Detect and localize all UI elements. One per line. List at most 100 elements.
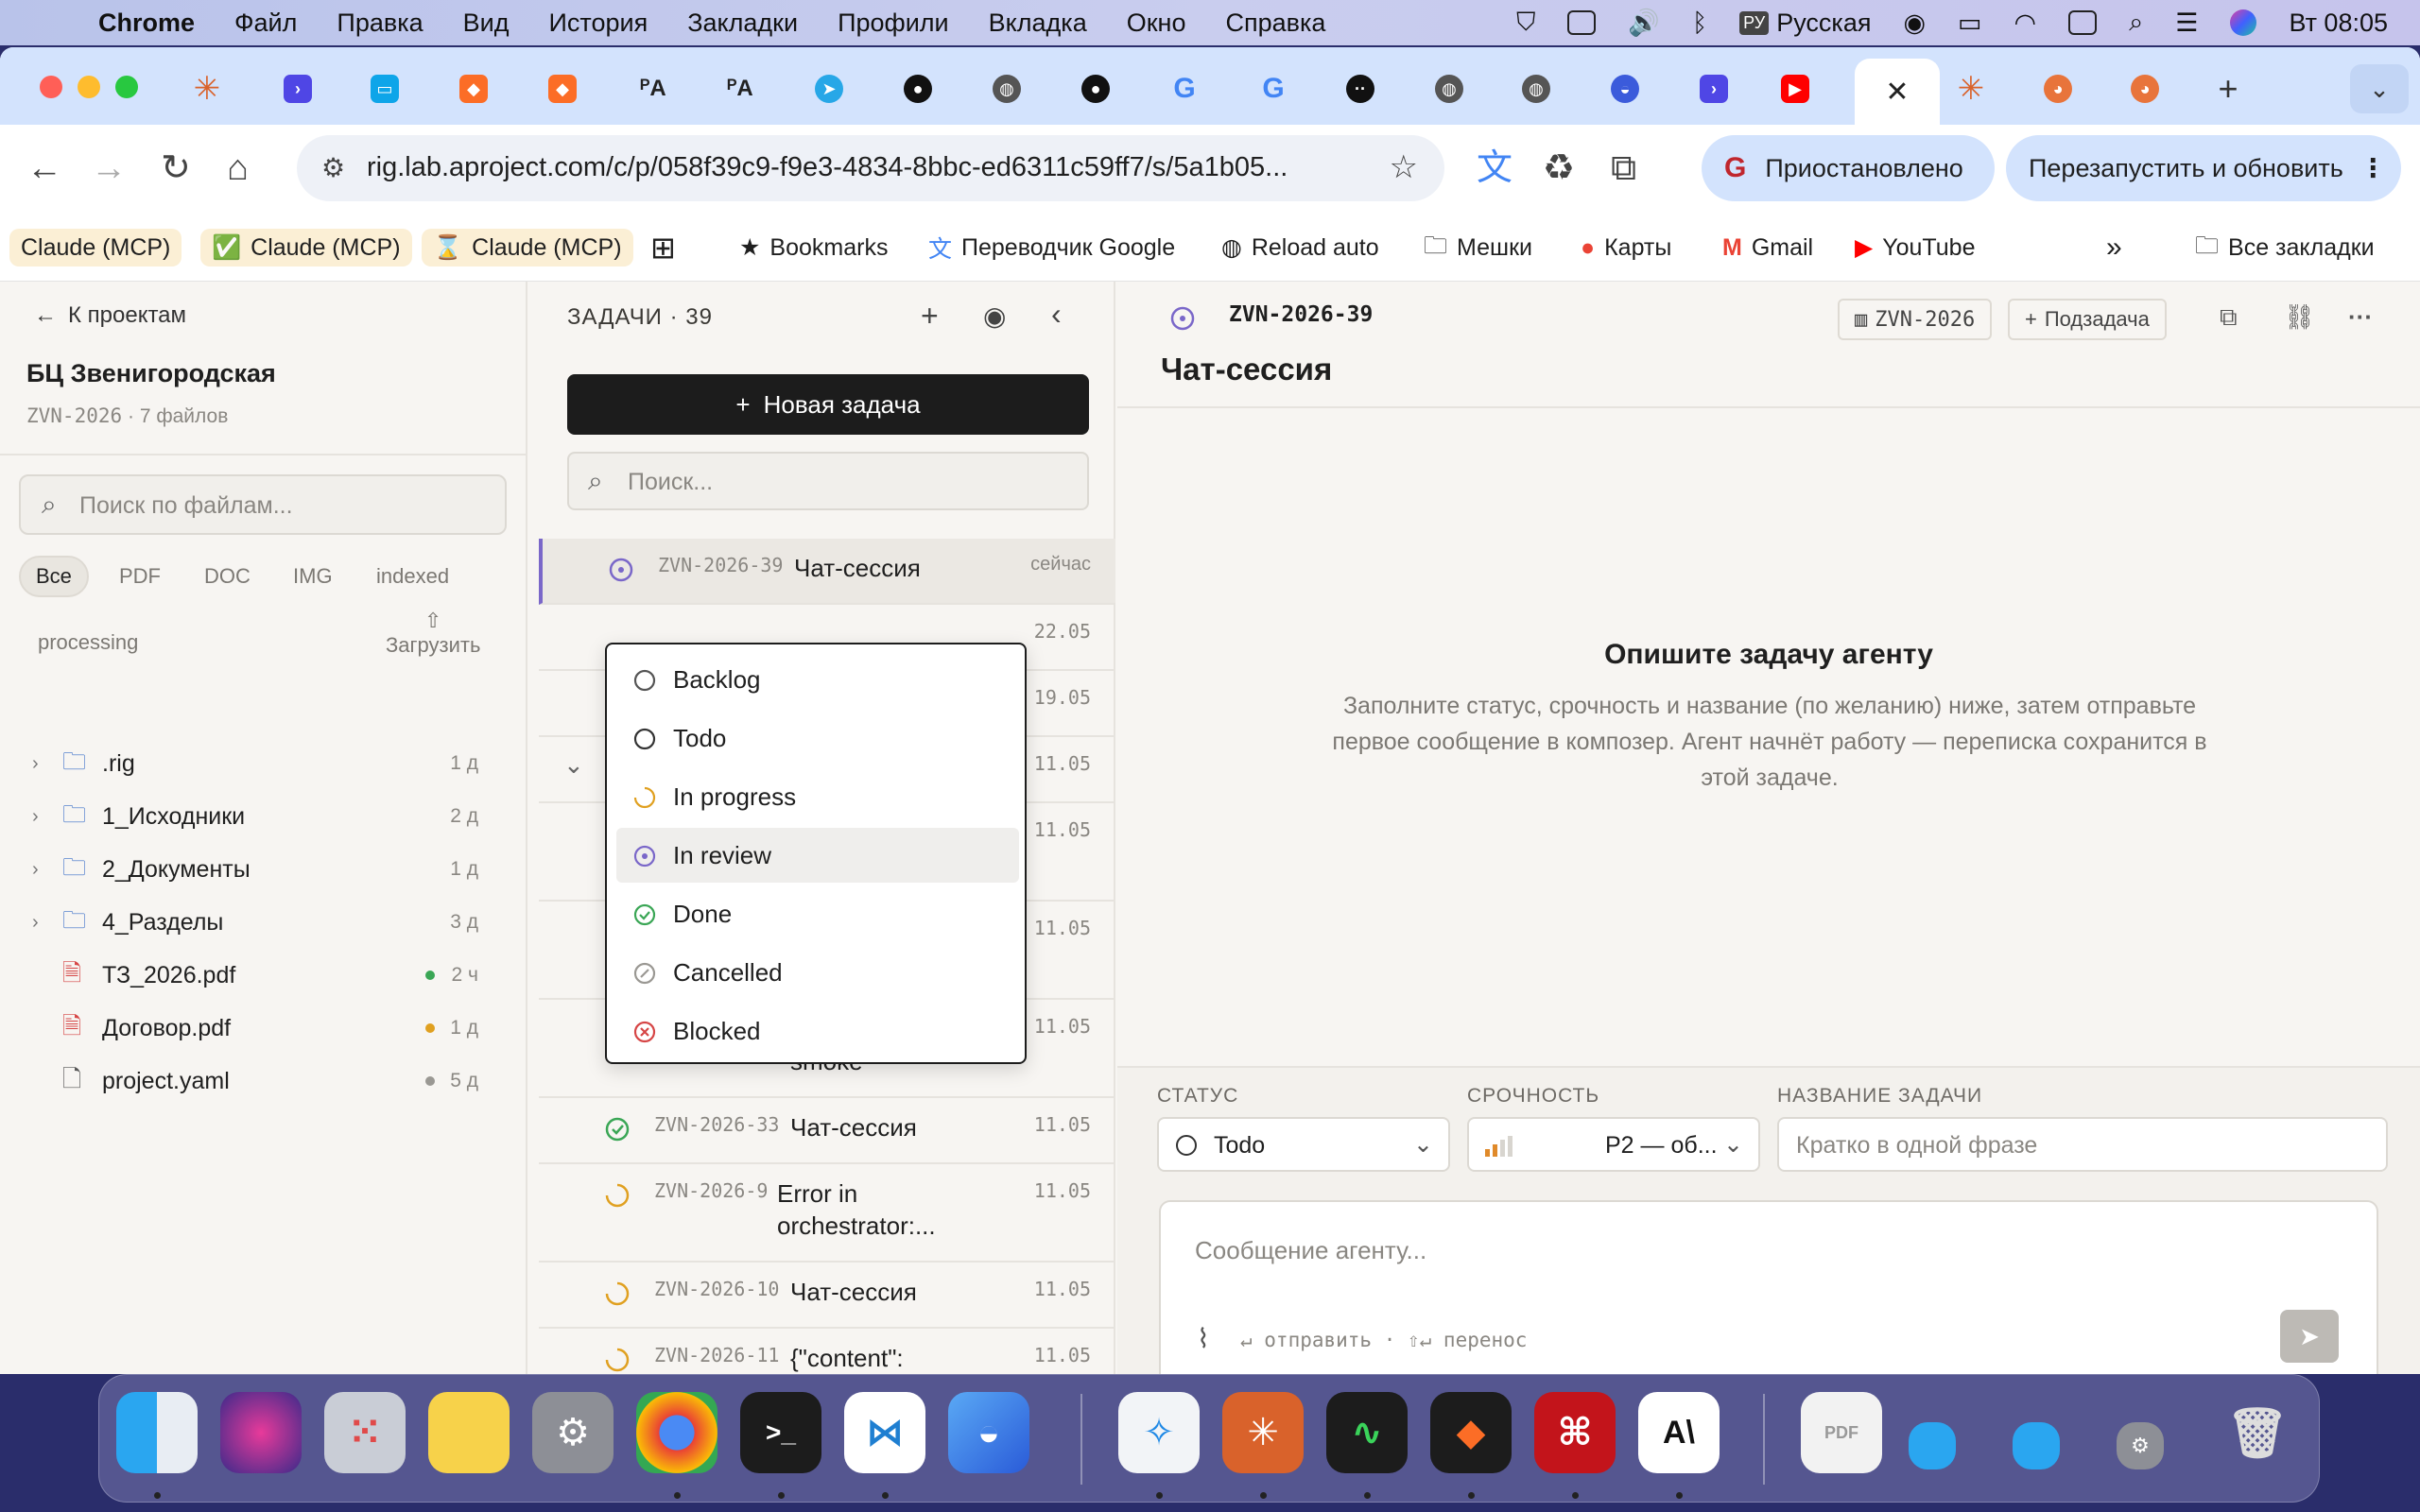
bluetooth-icon[interactable]: ᛒ — [1692, 9, 1707, 38]
acrobat-icon[interactable]: ⌘ — [1534, 1392, 1616, 1473]
trash-icon[interactable]: 🗑 — [2217, 1392, 2298, 1473]
filter-indexed[interactable]: indexed — [361, 556, 464, 597]
task-row-selected[interactable]: ZVN-2026-39 Чат-сессия сейчас — [539, 539, 1115, 605]
tab-palette-1[interactable]: ◕ — [2029, 64, 2087, 113]
gitlab-icon[interactable]: ◆ — [1430, 1392, 1512, 1473]
paperclip-icon[interactable]: ⌇ — [1197, 1323, 1210, 1354]
forward-icon[interactable]: → — [91, 149, 127, 187]
bookmark-bookmarks[interactable]: ★ Bookmarks — [739, 229, 888, 266]
tab-claude-2[interactable]: ✳ — [1942, 64, 2000, 113]
all-bookmarks[interactable]: 🗀 Все закладки — [2195, 229, 2375, 266]
back-to-projects-link[interactable]: ← К проектам — [34, 302, 186, 329]
menu-view[interactable]: Вид — [463, 9, 510, 38]
finder-small-icon[interactable] — [2013, 1422, 2060, 1469]
status-option-blocked[interactable]: Blocked — [616, 1004, 1019, 1058]
tab-swirl[interactable]: ◒ — [1596, 64, 1654, 113]
menu-file[interactable]: Файл — [234, 9, 297, 38]
tab-google-1[interactable]: G — [1155, 64, 1214, 113]
new-task-button[interactable]: + Новая задача — [567, 374, 1089, 435]
task-name-input[interactable]: Кратко в одной фразе — [1777, 1117, 2388, 1172]
eye-icon[interactable]: ◉ — [983, 301, 1006, 332]
tab-github-1[interactable]: ● — [889, 64, 947, 113]
tab-globe-2[interactable]: ◍ — [1420, 64, 1478, 113]
more-vert-icon[interactable]: ⋮ — [2360, 154, 2386, 183]
tree-file-contract[interactable]: 🗎 Договор.pdf 1 д — [0, 1002, 527, 1055]
filter-all[interactable]: Все — [19, 556, 89, 597]
tree-file-tz[interactable]: 🗎 ТЗ_2026.pdf 2 ч — [0, 949, 527, 1002]
tab-search-button[interactable]: ⌄ — [2350, 64, 2409, 113]
siri-icon[interactable] — [220, 1392, 302, 1473]
bookmark-claude-2[interactable]: ✅ Claude (MCP) — [200, 229, 412, 266]
clock[interactable]: Вт 08:05 — [2289, 9, 2388, 38]
tree-file-project-yaml[interactable]: 🗋 project.yaml 5 д — [0, 1055, 527, 1108]
link-icon[interactable]: ⛓ — [2284, 302, 2315, 332]
project-badge-button[interactable]: ▥ ZVN-2026 — [1838, 299, 1993, 340]
wifi-icon[interactable]: ◠ — [2014, 9, 2037, 38]
bookmark-star-icon[interactable]: ☆ — [1390, 148, 1418, 186]
status-option-done[interactable]: Done — [616, 886, 1019, 941]
copy-icon[interactable]: ⧉ — [2220, 302, 2238, 333]
filter-pdf[interactable]: PDF — [104, 556, 176, 597]
tab-pa-1[interactable]: ᴾA — [624, 64, 683, 113]
filter-processing[interactable]: processing — [23, 622, 153, 663]
translate-icon[interactable]: 文 — [1477, 149, 1512, 187]
task-search-input[interactable]: ⌕ Поиск... — [567, 452, 1089, 510]
volume-icon[interactable]: 🔊 — [1628, 8, 1660, 38]
system-settings-icon[interactable]: ⚙ — [532, 1392, 614, 1473]
tab-telegram[interactable]: ➤ — [800, 64, 858, 113]
chevron-down-icon[interactable]: ⌄ — [563, 750, 584, 780]
tab-google-2[interactable]: G — [1244, 64, 1303, 113]
minimize-window-button[interactable] — [78, 76, 100, 98]
menu-chrome[interactable]: Chrome — [98, 9, 195, 38]
status-select[interactable]: Todo ⌄ — [1157, 1117, 1450, 1172]
tab-chat[interactable]: ▭ — [355, 64, 414, 113]
vscode-icon[interactable]: ⋈ — [844, 1392, 925, 1473]
close-tab-icon[interactable]: ✕ — [1885, 76, 1909, 109]
send-button[interactable]: ➤ — [2280, 1310, 2339, 1363]
terminal-icon[interactable]: >_ — [740, 1392, 821, 1473]
tab-app-1[interactable]: › — [268, 64, 327, 113]
apps-grid-icon[interactable]: ⊞ — [650, 229, 676, 266]
chrome-icon[interactable] — [636, 1392, 717, 1473]
memory-icon[interactable] — [2068, 10, 2098, 35]
site-settings-icon[interactable]: ⚙ — [321, 152, 345, 183]
menu-window[interactable]: Окно — [1127, 9, 1186, 38]
recycle-extension-icon[interactable]: ♻ — [1543, 149, 1575, 187]
bookmark-claude-1[interactable]: Claude (MCP) — [9, 229, 182, 266]
in-progress-status-icon[interactable] — [603, 1346, 631, 1374]
keyboard-icon[interactable] — [1567, 10, 1597, 35]
user-icon[interactable]: ◉ — [1903, 9, 1926, 38]
bookmark-reload-auto[interactable]: ◍ Reload auto — [1221, 229, 1379, 266]
siri-icon[interactable] — [2230, 9, 2257, 36]
bookmark-maps[interactable]: ● Карты — [1581, 229, 1671, 266]
finder-icon[interactable] — [116, 1392, 198, 1473]
task-row[interactable]: ZVN-2026-9 Error in orchestrator:... 11.… — [539, 1164, 1115, 1263]
settings-small-icon[interactable]: ⚙ — [2117, 1422, 2164, 1469]
menu-profiles[interactable]: Профили — [838, 9, 949, 38]
anthropic-icon[interactable]: A\ — [1638, 1392, 1720, 1473]
filter-doc[interactable]: DOC — [189, 556, 266, 597]
bookmark-meshki[interactable]: 🗀 Мешки — [1424, 229, 1532, 266]
in-review-status-icon[interactable] — [1168, 304, 1197, 333]
more-horiz-icon[interactable]: ··· — [2348, 302, 2373, 332]
status-option-in-progress[interactable]: In progress — [616, 769, 1019, 824]
tab-youtube[interactable]: ▶ — [1766, 64, 1824, 113]
in-review-status-icon[interactable] — [607, 556, 635, 584]
tree-folder-sections[interactable]: › 🗀 4_Разделы 3 д — [0, 896, 527, 949]
back-icon[interactable]: ← — [26, 149, 62, 187]
finder-small-icon[interactable] — [1909, 1422, 1956, 1469]
menu-edit[interactable]: Правка — [337, 9, 423, 38]
menu-help[interactable]: Справка — [1225, 9, 1325, 38]
notes-icon[interactable] — [428, 1392, 510, 1473]
bookmark-gmail[interactable]: M Gmail — [1722, 229, 1813, 266]
tab-github-2[interactable]: ● — [1066, 64, 1125, 113]
tab-globe-1[interactable]: ◍ — [977, 64, 1036, 113]
add-task-icon[interactable]: + — [921, 299, 939, 334]
input-source[interactable]: РУ Русская — [1739, 9, 1871, 38]
status-option-backlog[interactable]: Backlog — [616, 652, 1019, 707]
safari-icon[interactable]: ✧ — [1118, 1392, 1200, 1473]
filter-img[interactable]: IMG — [278, 556, 348, 597]
task-row[interactable]: ZVN-2026-10 Чат-сессия 11.05 — [539, 1263, 1115, 1329]
extensions-icon[interactable]: ⧉ — [1611, 149, 1636, 187]
upload-button[interactable]: ⇧ Загрузить — [386, 609, 480, 658]
